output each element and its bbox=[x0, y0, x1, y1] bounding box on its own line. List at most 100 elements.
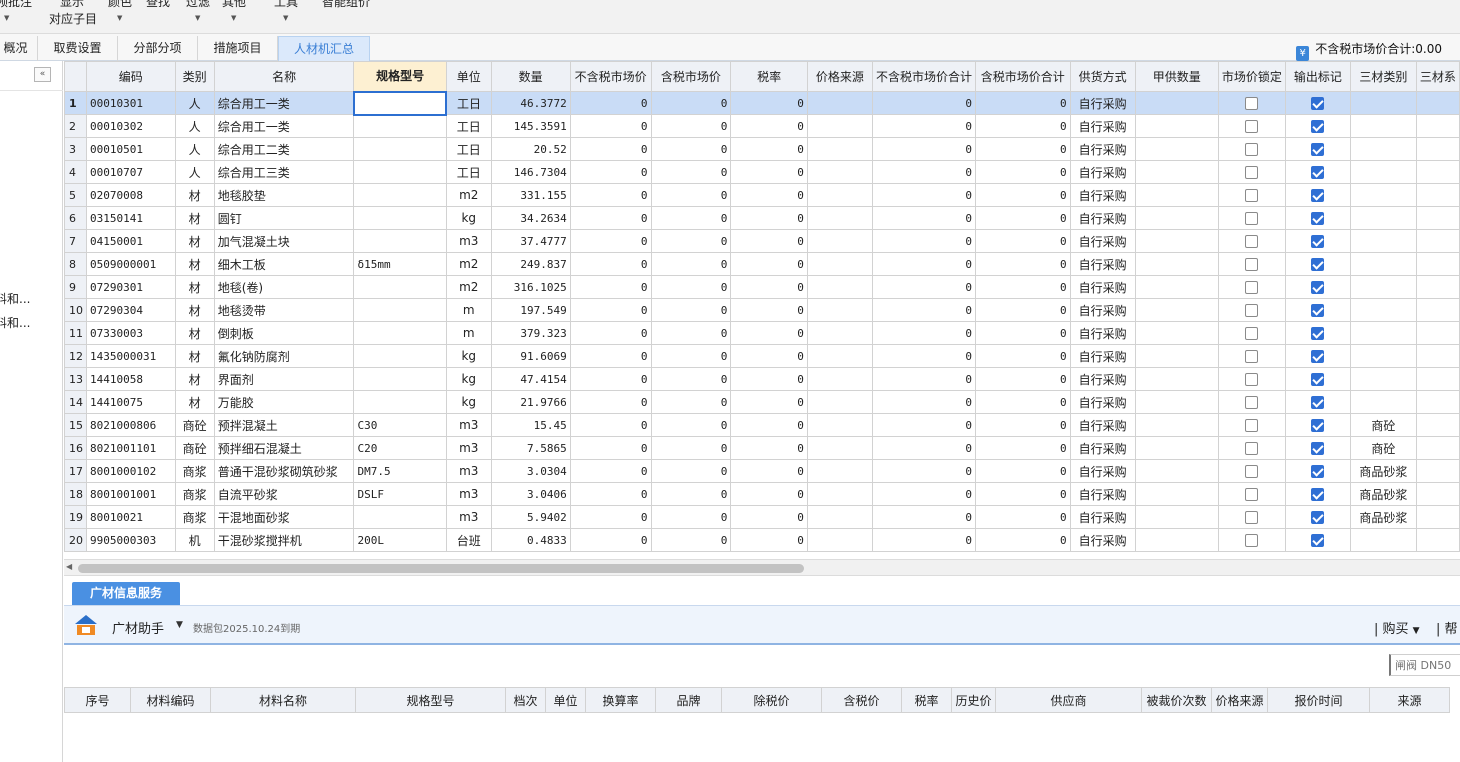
column-header[interactable]: 税率 bbox=[901, 687, 952, 713]
help-menu[interactable]: | 帮 bbox=[1436, 618, 1458, 637]
grid-cell[interactable] bbox=[1134, 229, 1219, 253]
grid-cell[interactable]: 商砼 bbox=[174, 413, 215, 437]
grid-cell[interactable]: 0 bbox=[569, 183, 652, 207]
output-mark-checkbox[interactable] bbox=[1311, 373, 1325, 386]
grid-cell[interactable]: 自行采购 bbox=[1069, 436, 1136, 460]
grid-cell[interactable]: 工日 bbox=[445, 114, 492, 138]
grid-cell[interactable] bbox=[1284, 298, 1351, 322]
grid-cell[interactable]: 0 bbox=[650, 183, 732, 207]
toolbar-other[interactable]: 其他 bbox=[222, 0, 246, 9]
grid-cell[interactable]: m3 bbox=[445, 505, 492, 529]
grid-cell[interactable]: 材 bbox=[174, 367, 215, 391]
grid-cell[interactable]: 12 bbox=[64, 344, 87, 368]
grid-cell[interactable]: 04150001 bbox=[86, 229, 176, 253]
grid-cell[interactable]: 自行采购 bbox=[1069, 528, 1136, 552]
grid-cell[interactable]: 15 bbox=[64, 413, 87, 437]
grid-cell[interactable] bbox=[1415, 436, 1460, 460]
grid-cell[interactable]: 07290301 bbox=[86, 275, 176, 299]
grid-cell[interactable]: 331.155 bbox=[490, 183, 571, 207]
column-header[interactable]: 价格来源 bbox=[806, 61, 873, 92]
grid-cell[interactable] bbox=[806, 321, 873, 345]
grid-cell[interactable]: 14410075 bbox=[86, 390, 176, 414]
grid-cell[interactable]: 0 bbox=[871, 482, 976, 506]
grid-cell[interactable]: 材 bbox=[174, 206, 215, 230]
grid-cell[interactable]: C20 bbox=[353, 436, 447, 460]
grid-cell[interactable] bbox=[1134, 114, 1219, 138]
grid-cell[interactable] bbox=[1134, 367, 1219, 391]
grid-cell[interactable]: 0 bbox=[569, 528, 652, 552]
output-mark-checkbox[interactable] bbox=[1311, 97, 1325, 110]
price-lock-checkbox[interactable] bbox=[1245, 534, 1259, 547]
grid-cell[interactable]: 0 bbox=[730, 321, 808, 345]
output-mark-checkbox[interactable] bbox=[1311, 465, 1325, 478]
grid-cell[interactable] bbox=[806, 344, 873, 368]
grid-cell[interactable] bbox=[1415, 229, 1460, 253]
output-mark-checkbox[interactable] bbox=[1311, 419, 1325, 432]
grid-cell[interactable]: 13 bbox=[64, 367, 87, 391]
grid-cell[interactable] bbox=[1284, 459, 1351, 483]
grid-cell[interactable]: 0 bbox=[650, 390, 732, 414]
grid-cell[interactable]: 0 bbox=[974, 183, 1071, 207]
grid-cell[interactable] bbox=[1134, 137, 1219, 161]
grid-cell[interactable] bbox=[1284, 229, 1351, 253]
table-row[interactable]: 3 00010501 人综合用工二类 工日 20.52 0 0 0 0 0 自行采购 bbox=[64, 137, 1460, 161]
grid-cell[interactable]: 0 bbox=[650, 413, 732, 437]
grid-cell[interactable]: 0 bbox=[650, 367, 732, 391]
grid-cell[interactable]: 材 bbox=[174, 183, 215, 207]
grid-cell[interactable] bbox=[1415, 459, 1460, 483]
grid-cell[interactable] bbox=[1217, 390, 1286, 414]
output-mark-checkbox[interactable] bbox=[1311, 511, 1325, 524]
grid-cell[interactable] bbox=[1415, 482, 1460, 506]
column-header[interactable]: 价格来源 bbox=[1211, 687, 1268, 713]
grid-cell[interactable]: 1 bbox=[64, 91, 87, 115]
toolbar-show-sub-items[interactable]: 对应子目 bbox=[49, 12, 97, 26]
output-mark-checkbox[interactable] bbox=[1311, 350, 1325, 363]
grid-cell[interactable] bbox=[1217, 505, 1286, 529]
grid-cell[interactable] bbox=[1284, 114, 1351, 138]
grid-cell[interactable] bbox=[1284, 505, 1351, 529]
grid-cell[interactable]: 0 bbox=[974, 160, 1071, 184]
grid-cell[interactable]: 0 bbox=[730, 528, 808, 552]
grid-cell[interactable] bbox=[1134, 344, 1219, 368]
grid-cell[interactable] bbox=[1349, 137, 1417, 161]
table-row[interactable]: 18 8001001001 商浆 自流平砂浆 DSLF m3 3.0406 0 0 0 0 0 自行采购… bbox=[64, 482, 1460, 506]
output-mark-checkbox[interactable] bbox=[1311, 235, 1325, 248]
grid-cell[interactable]: 0 bbox=[871, 160, 976, 184]
grid-cell[interactable]: 11 bbox=[64, 321, 87, 345]
grid-cell[interactable] bbox=[806, 413, 873, 437]
grid-cell[interactable]: 0 bbox=[569, 160, 652, 184]
grid-cell[interactable] bbox=[353, 321, 447, 345]
column-header[interactable]: 供货方式 bbox=[1069, 61, 1136, 92]
grid-cell[interactable]: 0 bbox=[974, 459, 1071, 483]
grid-cell[interactable]: 自行采购 bbox=[1069, 390, 1136, 414]
table-row[interactable]: 6 03150141 材圆钉 kg 34.2634 0 0 0 0 0 自行采购 bbox=[64, 206, 1460, 230]
output-mark-checkbox[interactable] bbox=[1311, 396, 1325, 409]
grid-cell[interactable] bbox=[1349, 321, 1417, 345]
chevron-down-icon[interactable]: ▼ bbox=[231, 14, 236, 22]
grid-cell[interactable]: 0 bbox=[650, 206, 732, 230]
column-header[interactable]: 三材系 bbox=[1415, 61, 1460, 92]
table-row[interactable]: 12 1435000031 材氟化钠防腐剂 kg 91.6069 0 0 0 0 0 自行采购 bbox=[64, 344, 1460, 368]
grid-cell[interactable]: 0 bbox=[974, 413, 1071, 437]
grid-cell[interactable]: 综合用工一类 bbox=[213, 114, 355, 138]
grid-cell[interactable] bbox=[352, 90, 448, 116]
grid-cell[interactable]: 0 bbox=[569, 344, 652, 368]
column-header[interactable]: 历史价 bbox=[951, 687, 996, 713]
grid-cell[interactable] bbox=[1349, 160, 1417, 184]
grid-cell[interactable]: 0 bbox=[974, 114, 1071, 138]
grid-cell[interactable]: 自行采购 bbox=[1069, 137, 1136, 161]
grid-cell[interactable]: 0 bbox=[730, 390, 808, 414]
grid-cell[interactable]: 0 bbox=[974, 367, 1071, 391]
chevron-down-icon[interactable]: ▼ bbox=[4, 14, 9, 22]
grid-cell[interactable]: 商砼 bbox=[174, 436, 215, 460]
grid-cell[interactable]: 379.323 bbox=[490, 321, 571, 345]
output-mark-checkbox[interactable] bbox=[1311, 327, 1325, 340]
grid-cell[interactable]: 0 bbox=[569, 206, 652, 230]
grid-cell[interactable]: m bbox=[445, 321, 492, 345]
column-header[interactable]: 规格型号 bbox=[355, 687, 506, 713]
grid-cell[interactable]: 0 bbox=[730, 436, 808, 460]
grid-cell[interactable]: 商品砂浆 bbox=[1349, 459, 1417, 483]
grid-cell[interactable]: 0 bbox=[569, 321, 652, 345]
grid-cell[interactable] bbox=[1134, 413, 1219, 437]
grid-cell[interactable]: 0 bbox=[974, 275, 1071, 299]
